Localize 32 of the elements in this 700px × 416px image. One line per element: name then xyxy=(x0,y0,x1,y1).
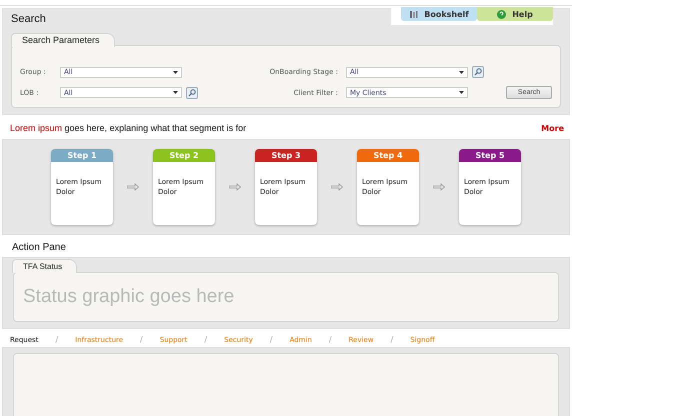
step-title: Step 4 xyxy=(357,149,419,162)
arrow-icon xyxy=(127,183,139,191)
step-title: Step 1 xyxy=(51,149,113,162)
arrow-icon xyxy=(433,183,445,191)
more-link[interactable]: More xyxy=(541,124,564,132)
dropdown-caret-icon xyxy=(173,70,178,74)
header-tab[interactable]: Bookshelf xyxy=(401,7,477,21)
step-title: Step 3 xyxy=(255,149,317,162)
status-field[interactable]: Status graphic goes here xyxy=(13,272,559,322)
section-title: Action Pane xyxy=(11,241,67,255)
arrow-icon xyxy=(331,183,343,191)
tab-separator: / xyxy=(204,335,208,344)
tab-separator: / xyxy=(140,335,143,344)
intro-text: Lorem ipsum goes here, explaning what that segment is for xyxy=(10,123,246,133)
help-icon xyxy=(497,10,506,18)
dropdown-caret-icon xyxy=(459,91,464,94)
search-icon xyxy=(188,88,196,96)
dropdown-caret-icon xyxy=(173,91,178,94)
step-title: Step 5 xyxy=(459,149,521,162)
tab-separator: / xyxy=(390,335,394,344)
lookup-button[interactable] xyxy=(472,66,484,78)
lookup-button[interactable] xyxy=(186,86,198,98)
tab-separator: / xyxy=(270,335,273,344)
arrow-icon xyxy=(229,183,241,191)
book-icon xyxy=(409,10,418,18)
tab-separator: / xyxy=(55,335,58,344)
search-icon xyxy=(474,68,482,76)
step-title: Step 2 xyxy=(153,149,215,162)
dropdown-caret-icon xyxy=(459,70,464,74)
header-tab[interactable]: Help xyxy=(477,7,553,21)
tab-separator: / xyxy=(328,335,332,344)
section-title: Search xyxy=(11,13,46,27)
